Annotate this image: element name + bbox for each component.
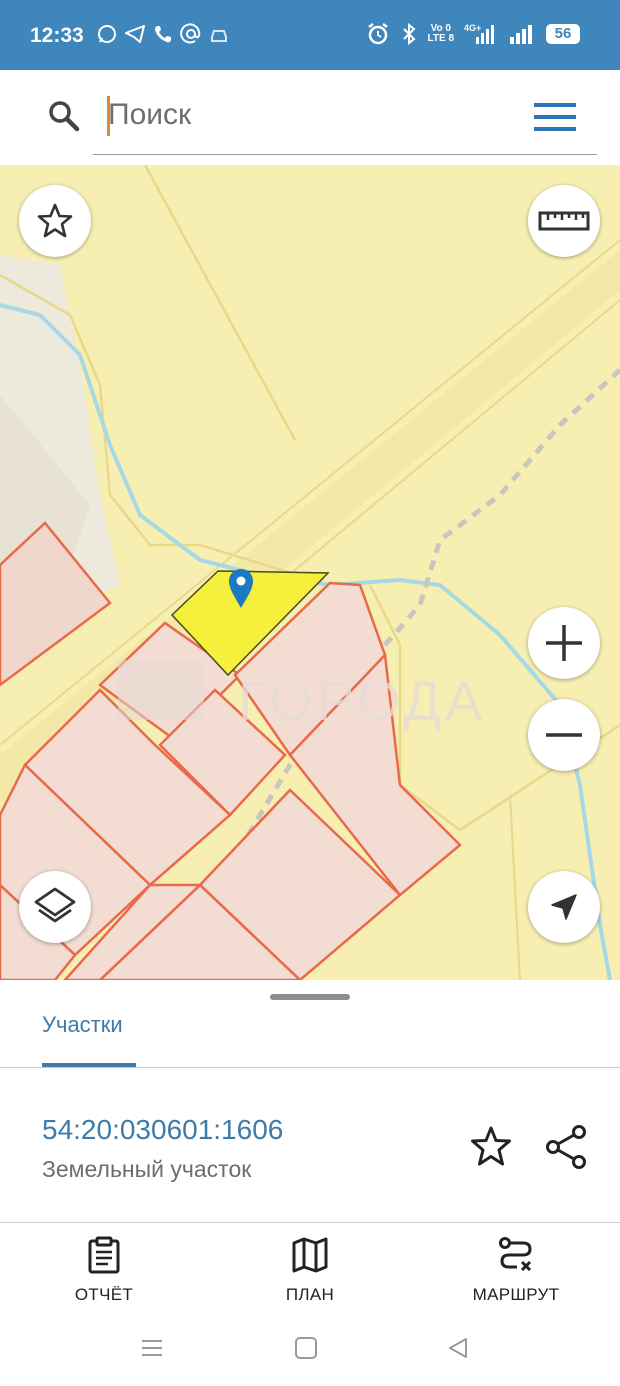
status-time: 12:33	[30, 24, 84, 47]
phone-call-icon	[155, 26, 171, 43]
back-icon[interactable]	[446, 1336, 470, 1360]
sheet-drag-handle[interactable]	[270, 994, 350, 1000]
map-view[interactable]: ГОРОДА	[0, 165, 620, 980]
battery-indicator: 56	[546, 24, 580, 44]
report-button[interactable]: ОТЧЁТ	[34, 1236, 174, 1305]
at-sign-icon	[180, 23, 201, 44]
zoom-in-button[interactable]	[528, 607, 600, 679]
signal-4g-icon: 4G+	[464, 23, 494, 44]
layers-button[interactable]	[19, 871, 91, 943]
system-icons: Vo 0 LTE 8 4G+ 56	[366, 22, 580, 46]
search-input[interactable]	[108, 92, 488, 138]
report-button-label: ОТЧЁТ	[74, 1285, 134, 1304]
watermark-logo	[118, 660, 204, 720]
recent-apps-icon[interactable]	[140, 1336, 164, 1360]
system-navigation-bar	[0, 1326, 620, 1386]
parcel-cadastral-number[interactable]: 54:20:030601:1606	[42, 1114, 283, 1146]
search-underline	[93, 154, 597, 155]
map-canvas[interactable]: ГОРОДА	[0, 165, 620, 980]
bluetooth-icon	[402, 22, 416, 46]
car-icon	[211, 30, 227, 42]
plus-icon	[546, 625, 582, 661]
signal-icon	[510, 25, 532, 44]
favorites-map-button[interactable]	[19, 185, 91, 257]
notification-icons	[96, 23, 230, 45]
parcel-type-label: Земельный участок	[42, 1156, 252, 1182]
star-outline-icon[interactable]	[468, 1124, 514, 1170]
my-location-button[interactable]	[528, 871, 600, 943]
status-bar: 12:33 Vo 0 LTE 8 4G+ 56	[0, 0, 620, 70]
ruler-icon	[538, 211, 590, 231]
svg-text:4G+: 4G+	[464, 23, 481, 33]
telegram-icon	[125, 25, 145, 43]
tab-divider	[0, 1067, 620, 1068]
map-watermark: ГОРОДА	[238, 669, 486, 732]
search-bar	[9, 78, 611, 156]
plan-button-label: ПЛАН	[285, 1285, 335, 1304]
whatsapp-icon	[98, 25, 116, 43]
navigation-arrow-icon	[551, 894, 577, 920]
zoom-out-button[interactable]	[528, 699, 600, 771]
tab-parcels[interactable]: Участки	[42, 1012, 123, 1038]
route-icon	[499, 1237, 532, 1272]
actions-divider	[0, 1222, 620, 1223]
star-outline-icon	[37, 203, 73, 238]
ruler-button[interactable]	[528, 185, 600, 257]
clipboard-icon	[88, 1236, 120, 1274]
route-button-label: МАРШРУТ	[472, 1285, 560, 1304]
minus-icon	[546, 733, 582, 737]
layers-icon	[34, 887, 76, 923]
network-label: Vo 0 LTE 8	[428, 24, 454, 44]
plan-button[interactable]: ПЛАН	[240, 1236, 380, 1305]
alarm-icon	[367, 23, 388, 45]
route-button[interactable]: МАРШРУТ	[446, 1236, 586, 1305]
search-icon[interactable]	[47, 99, 81, 133]
hamburger-menu-icon[interactable]	[533, 100, 577, 134]
network-lte-label: LTE 8	[427, 33, 454, 44]
share-icon[interactable]	[545, 1124, 589, 1170]
home-icon[interactable]	[294, 1336, 318, 1360]
map-icon	[292, 1237, 328, 1273]
